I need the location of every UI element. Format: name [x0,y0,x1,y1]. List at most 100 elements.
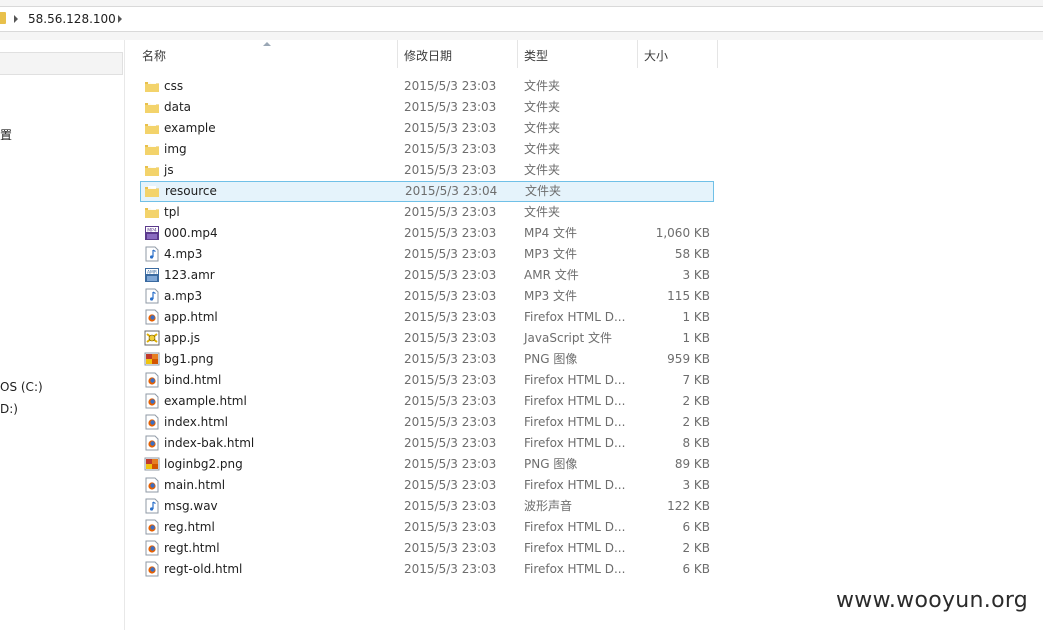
file-row[interactable]: main.html 2015/5/3 23:03 Firefox HTML D...… [140,475,714,496]
file-row[interactable]: js 2015/5/3 23:03 文件夹 [140,160,714,181]
file-name: bind.html [164,373,222,387]
file-size: 1 KB [682,331,710,345]
file-row[interactable]: app.js 2015/5/3 23:03 JavaScript 文件 1 KB [140,328,714,349]
html-icon [144,561,160,577]
file-date: 2015/5/3 23:03 [404,310,497,324]
file-row[interactable]: AMR 123.amr 2015/5/3 23:03 AMR 文件 3 KB [140,265,714,286]
png-icon [144,456,160,472]
nav-item-drive-d[interactable]: D:) [0,402,18,416]
file-name: msg.wav [164,499,218,513]
chevron-right-icon[interactable] [14,15,18,23]
chevron-right-icon[interactable] [118,15,122,23]
file-row[interactable]: example.html 2015/5/3 23:03 Firefox HTML D… [140,391,714,412]
file-row[interactable]: resource 2015/5/3 23:04 文件夹 [140,181,714,202]
file-row[interactable]: bg1.png 2015/5/3 23:03 PNG 图像 959 KB [140,349,714,370]
file-date: 2015/5/3 23:03 [404,436,497,450]
file-name: index.html [164,415,228,429]
column-header-size[interactable]: 大小 [638,40,718,68]
file-row[interactable]: bind.html 2015/5/3 23:03 Firefox HTML D...… [140,370,714,391]
file-size: 7 KB [682,373,710,387]
file-date: 2015/5/3 23:03 [404,478,497,492]
file-type: 波形声音 [524,499,573,513]
folder-icon [144,162,160,178]
file-size [620,76,710,97]
file-name: regt-old.html [164,562,243,576]
html-icon [144,519,160,535]
file-name: tpl [164,205,180,219]
file-date: 2015/5/3 23:03 [404,100,497,114]
file-type: Firefox HTML D... [524,478,626,492]
file-row[interactable]: app.html 2015/5/3 23:03 Firefox HTML D... 1… [140,307,714,328]
file-name: bg1.png [164,352,214,366]
address-bar: 58.56.128.100 [0,0,1043,40]
file-size: 3 KB [682,268,710,282]
file-size: 58 KB [674,247,710,261]
file-type: Firefox HTML D... [524,562,626,576]
html-icon [144,309,160,325]
file-row[interactable]: 4.mp3 2015/5/3 23:03 MP3 文件 58 KB [140,244,714,265]
file-name: example.html [164,394,247,408]
file-size: 122 KB [667,499,710,513]
file-row[interactable]: example 2015/5/3 23:03 文件夹 [140,118,714,139]
file-date: 2015/5/3 23:03 [404,142,497,156]
file-type: Firefox HTML D... [524,541,626,555]
file-row[interactable]: MP4 000.mp4 2015/5/3 23:03 MP4 文件 1,060 KB [140,223,714,244]
file-row[interactable]: regt-old.html 2015/5/3 23:03 Firefox HTML … [140,559,714,580]
file-size: 1 KB [682,310,710,324]
file-size: 6 KB [682,520,710,534]
file-name: example [164,121,216,135]
file-size: 6 KB [682,562,710,576]
file-size [620,139,710,160]
navigation-pane: 置 OS (C:) D:) [0,40,125,630]
file-row[interactable]: loginbg2.png 2015/5/3 23:03 PNG 图像 89 KB [140,454,714,475]
png-icon [144,351,160,367]
file-size [620,118,710,139]
audio-icon [144,288,160,304]
column-header-type[interactable]: 类型 [518,40,638,68]
file-date: 2015/5/3 23:04 [405,184,498,198]
nav-item-settings[interactable]: 置 [0,126,12,143]
file-type: MP3 文件 [524,247,578,261]
file-type: 文件夹 [525,184,562,198]
file-name: regt.html [164,541,220,555]
breadcrumb-path[interactable]: 58.56.128.100 [28,12,116,26]
file-type: Firefox HTML D... [524,436,626,450]
file-size: 1,060 KB [655,226,710,240]
file-name: js [164,163,174,177]
file-row[interactable]: regt.html 2015/5/3 23:03 Firefox HTML D...… [140,538,714,559]
file-row[interactable]: css 2015/5/3 23:03 文件夹 [140,76,714,97]
file-row[interactable]: tpl 2015/5/3 23:03 文件夹 [140,202,714,223]
file-type: PNG 图像 [524,352,578,366]
column-header-date[interactable]: 修改日期 [398,40,518,68]
file-row[interactable]: index-bak.html 2015/5/3 23:03 Firefox HTML… [140,433,714,454]
file-row[interactable]: img 2015/5/3 23:03 文件夹 [140,139,714,160]
svg-text:AMR: AMR [147,269,157,275]
file-type: MP3 文件 [524,289,578,303]
file-date: 2015/5/3 23:03 [404,499,497,513]
file-name: app.js [164,331,200,345]
file-size: 2 KB [682,541,710,555]
file-type: 文件夹 [524,142,561,156]
mp4-icon: MP4 [144,225,160,241]
file-row[interactable]: data 2015/5/3 23:03 文件夹 [140,97,714,118]
nav-selected-item[interactable] [0,52,123,75]
file-row[interactable]: reg.html 2015/5/3 23:03 Firefox HTML D... 6… [140,517,714,538]
file-date: 2015/5/3 23:03 [404,352,497,366]
file-type: 文件夹 [524,121,561,135]
html-icon [144,540,160,556]
folder-icon [144,99,160,115]
file-name: index-bak.html [164,436,255,450]
file-name: reg.html [164,520,215,534]
address-field[interactable]: 58.56.128.100 [0,6,1043,32]
file-row[interactable]: index.html 2015/5/3 23:03 Firefox HTML D..… [140,412,714,433]
file-date: 2015/5/3 23:03 [404,520,497,534]
file-row[interactable]: msg.wav 2015/5/3 23:03 波形声音 122 KB [140,496,714,517]
file-type: 文件夹 [524,79,561,93]
nav-item-drive-c[interactable]: OS (C:) [0,380,43,394]
js-icon [144,330,160,346]
html-icon [144,414,160,430]
column-header-name[interactable]: 名称 [136,40,398,68]
amr-icon: AMR [144,267,160,283]
watermark-text: www.wooyun.org [836,588,1029,613]
file-row[interactable]: a.mp3 2015/5/3 23:03 MP3 文件 115 KB [140,286,714,307]
